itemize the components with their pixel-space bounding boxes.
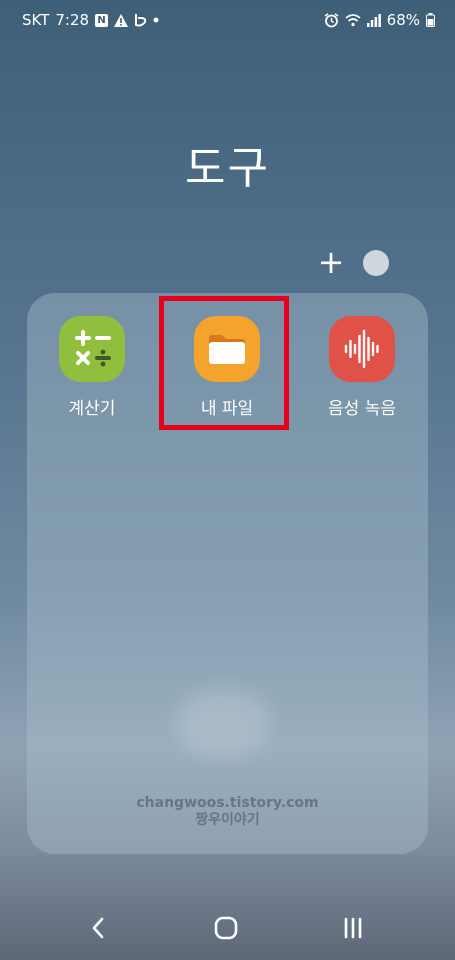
navigation-bar <box>0 900 455 960</box>
news-notification-icon: N <box>95 13 109 27</box>
warning-icon <box>114 13 129 27</box>
watermark-url: changwoos.tistory.com <box>136 795 319 811</box>
app-label: 음성 녹음 <box>328 399 396 419</box>
status-bar-left: SKT 7:28 N <box>22 11 159 29</box>
recents-button[interactable] <box>331 912 375 948</box>
recents-icon <box>342 917 364 943</box>
app-calculator[interactable]: 계산기 <box>32 316 152 419</box>
calculator-icon <box>59 316 125 382</box>
background-glow <box>175 688 271 758</box>
battery-icon <box>426 13 435 27</box>
battery-percent: 68% <box>386 11 420 29</box>
home-button[interactable] <box>204 912 248 948</box>
voice-recorder-icon <box>329 316 395 382</box>
status-bar: SKT 7:28 N 68% <box>0 0 455 42</box>
home-icon <box>214 916 238 944</box>
signal-icon <box>366 13 381 27</box>
watermark: changwoos.tistory.com 짱우이야기 <box>0 795 455 829</box>
add-apps-button[interactable]: + <box>316 246 346 278</box>
back-button[interactable] <box>76 912 120 948</box>
folder-title[interactable]: 도구 <box>0 132 455 196</box>
more-notifications-dot-icon <box>153 17 159 23</box>
folder-color-button[interactable] <box>363 250 389 276</box>
app-notification-icon <box>134 13 147 27</box>
clock: 7:28 <box>55 11 90 29</box>
status-bar-right: 68% <box>324 11 435 29</box>
wifi-icon <box>345 13 361 27</box>
carrier-label: SKT <box>22 11 50 29</box>
app-label: 계산기 <box>68 399 116 419</box>
highlight-box <box>159 296 289 430</box>
watermark-name: 짱우이야기 <box>195 812 260 828</box>
app-voice-recorder[interactable]: 음성 녹음 <box>302 316 422 419</box>
alarm-icon <box>324 12 339 28</box>
back-icon <box>91 917 105 943</box>
